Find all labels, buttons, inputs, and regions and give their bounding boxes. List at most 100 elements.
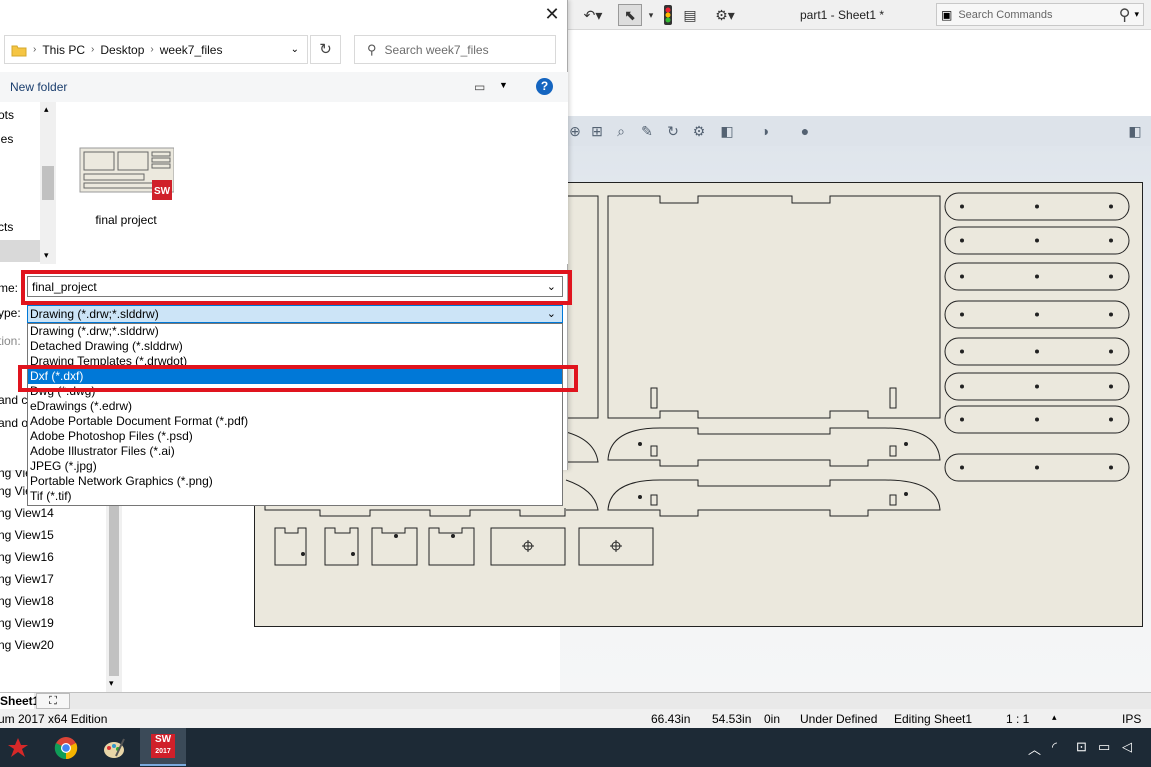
filetype-dropdown-list: Drawing (*.drw;*.slddrw) Detached Drawin… (27, 323, 563, 506)
status-bar: um 2017 x64 Edition 66.43in 54.53in 0in … (0, 709, 1151, 728)
nav-item[interactable]: ots (0, 108, 14, 122)
options-gear-icon[interactable]: ⚙▾ (708, 4, 742, 26)
close-button[interactable]: ✕ (538, 2, 566, 26)
filetype-option[interactable]: Adobe Illustrator Files (*.ai) (28, 444, 562, 459)
collapse-panel-icon[interactable]: ◧ (1126, 122, 1144, 140)
view-options-dropdown-icon[interactable]: ▼ (499, 80, 508, 90)
nav-scrollbar-thumb[interactable] (42, 166, 54, 200)
breadcrumb-separator-icon: › (33, 44, 37, 55)
file-list: SW final project (58, 102, 568, 264)
search-commands-box[interactable]: ▣ Search Commands ⚲ ▾ (936, 3, 1144, 26)
z-coordinate: 0in (764, 712, 781, 726)
select-pointer-icon[interactable]: ⬉ (618, 4, 642, 26)
filetype-selected-value: Drawing (*.drw;*.slddrw) (30, 307, 159, 321)
edition-text: um 2017 x64 Edition (0, 712, 108, 726)
x-coordinate: 66.43in (651, 712, 691, 726)
undo-icon[interactable]: ↶▾ (578, 4, 608, 26)
refresh-button[interactable]: ↻ (310, 35, 341, 64)
rebuild-traffic-light-icon[interactable] (660, 4, 676, 26)
help-icon[interactable]: ? (536, 78, 553, 95)
chrome-icon[interactable] (52, 734, 80, 762)
sw-taskbar-year: 2017 (155, 748, 171, 755)
search-dropdown-icon[interactable]: ▾ (1134, 9, 1139, 20)
option-label: and c (0, 393, 28, 407)
zoom-in-out-icon[interactable]: ⌕ (612, 122, 630, 140)
address-bar[interactable]: › This PC › Desktop › week7_files ⌄ (4, 35, 308, 64)
zoom-area-icon[interactable]: ⊞ (588, 122, 606, 140)
breadcrumb-desktop[interactable]: Desktop (100, 43, 144, 57)
tree-item[interactable]: ng View16 (0, 550, 54, 564)
new-folder-button[interactable]: New folder (10, 80, 67, 94)
filetype-select[interactable]: Drawing (*.drw;*.slddrw) ⌄ (27, 305, 563, 323)
scroll-up-icon[interactable]: ▴ (44, 104, 49, 115)
command-manager-area (568, 30, 1151, 116)
drawing-thumbnail-icon: SW (79, 147, 175, 200)
search-commands-placeholder: Search Commands (958, 8, 1053, 21)
scale-dropdown-icon[interactable]: ▴ (1052, 712, 1057, 723)
breadcrumb-week7-files[interactable]: week7_files (160, 43, 223, 57)
paint-icon[interactable] (100, 734, 128, 762)
scroll-down-icon[interactable]: ▾ (44, 250, 49, 261)
start-icon[interactable] (4, 734, 32, 762)
file-item-final-project[interactable]: SW final project (78, 144, 175, 227)
tree-item[interactable]: ng View19 (0, 616, 54, 630)
nav-item-selected[interactable] (0, 240, 40, 262)
sheet-tab-bar: Sheet1 ⛶ (0, 692, 1151, 709)
display-style-icon[interactable]: ◧ (718, 122, 736, 140)
windows-taskbar: SW 2017 ︿ ◜ ⊡ ▭ ◁ (0, 728, 1151, 767)
zoom-fit-icon[interactable]: ⊕ (566, 122, 584, 140)
search-input[interactable]: ⚲ Search week7_files (354, 35, 556, 64)
filetype-option[interactable]: eDrawings (*.edrw) (28, 399, 562, 414)
search-placeholder: Search week7_files (384, 42, 489, 57)
filetype-option[interactable]: JPEG (*.jpg) (28, 459, 562, 474)
editing-mode: Editing Sheet1 (894, 712, 973, 726)
network-icon[interactable]: ⊡ (1076, 739, 1087, 755)
sw-title-bar: ↶▾ ⬉ ▾ ▤ ⚙▾ part1 - Sheet1 * ▣ Search Co… (568, 0, 1151, 30)
view-settings-icon[interactable]: ⚙ (690, 122, 708, 140)
add-sheet-icon[interactable]: ⛶ (36, 693, 70, 709)
breadcrumb-this-pc[interactable]: This PC (42, 43, 85, 57)
sheet-scale[interactable]: 1 : 1 (1006, 712, 1029, 726)
dialog-command-bar: New folder ▭ ▼ ? (0, 72, 568, 102)
save-as-dialog: ✕ › This PC › Desktop › week7_files ⌄ ↻ … (0, 0, 578, 506)
solidworks-taskbar-icon[interactable]: SW 2017 (140, 728, 186, 766)
sw-taskbar-label: SW (154, 734, 172, 745)
nav-item[interactable]: cts (0, 220, 13, 234)
navigation-pane: ots les cts (0, 102, 40, 264)
scene-icon[interactable]: ● (796, 122, 814, 140)
hide-show-icon[interactable]: ◑ (756, 122, 774, 140)
nav-item[interactable]: les (0, 132, 13, 146)
breadcrumb-separator-icon: › (150, 44, 154, 55)
unit-system[interactable]: IPS (1122, 712, 1141, 726)
file-properties-icon[interactable]: ▤ (680, 4, 700, 26)
tree-scrollbar-thumb[interactable] (109, 476, 119, 676)
volume-icon[interactable]: ◁ (1122, 739, 1132, 755)
tab-sheet1[interactable]: Sheet1 (0, 693, 39, 709)
wifi-icon[interactable]: ◜ (1052, 739, 1057, 755)
filetype-option[interactable]: Portable Network Graphics (*.png) (28, 474, 562, 489)
address-dropdown-icon[interactable]: ⌄ (291, 44, 299, 55)
nav-scrollbar[interactable]: ▴ ▾ (40, 102, 56, 264)
tree-item[interactable]: ng View18 (0, 594, 54, 608)
folder-icon (11, 45, 27, 56)
show-hidden-icons-icon[interactable]: ︿ (1028, 739, 1041, 758)
tree-item[interactable]: ng View15 (0, 528, 54, 542)
scroll-down-icon[interactable]: ▾ (109, 678, 114, 689)
filetype-option[interactable]: Tif (*.tif) (28, 489, 562, 504)
view-options-icon[interactable]: ▭ (474, 80, 485, 94)
pan-icon[interactable]: ✎ (638, 122, 656, 140)
filetype-option[interactable]: Drawing (*.drw;*.slddrw) (28, 324, 562, 339)
magnifier-icon[interactable]: ⚲ (1119, 5, 1131, 25)
filetype-option[interactable]: Adobe Photoshop Files (*.psd) (28, 429, 562, 444)
tree-item[interactable]: ng View20 (0, 638, 54, 652)
tree-item[interactable]: ng View14 (0, 506, 54, 520)
filetype-option[interactable]: Adobe Portable Document Format (*.pdf) (28, 414, 562, 429)
tree-item[interactable]: ng View17 (0, 572, 54, 586)
filetype-option[interactable]: Detached Drawing (*.slddrw) (28, 339, 562, 354)
filetype-dropdown-icon[interactable]: ⌄ (547, 306, 556, 322)
heads-up-view-toolbar: ⊕ ⊞ ⌕ ✎ ↻ ⚙ ◧ ◑ ● ◧ (560, 116, 1151, 146)
rotate-icon[interactable]: ↻ (664, 122, 682, 140)
select-dropdown-icon[interactable]: ▾ (646, 4, 656, 26)
y-coordinate: 54.53in (712, 712, 752, 726)
battery-icon[interactable]: ▭ (1098, 739, 1110, 755)
